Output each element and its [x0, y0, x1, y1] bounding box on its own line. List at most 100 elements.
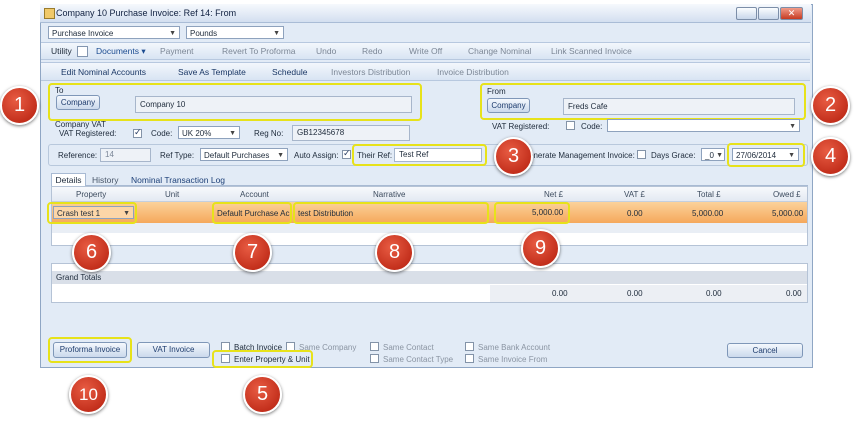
currency-select[interactable]: Pounds ▼: [186, 26, 284, 39]
close-icon[interactable]: ✕: [780, 7, 803, 20]
invoice-type-select[interactable]: Purchase Invoice ▼: [48, 26, 180, 39]
tab-history[interactable]: History: [92, 175, 118, 185]
highlight-enter-property: [212, 350, 313, 368]
vat-code-select[interactable]: UK 20% ▼: [178, 126, 240, 139]
from-vat-code-select[interactable]: ▼: [607, 119, 800, 132]
vat-invoice-button[interactable]: VAT Invoice: [137, 342, 210, 358]
chevron-down-icon: ▼: [277, 152, 284, 159]
maximize-icon[interactable]: [758, 7, 779, 20]
payment-button[interactable]: Payment: [160, 46, 194, 56]
column-account[interactable]: Account: [240, 190, 269, 199]
callout-5: 5: [243, 375, 282, 414]
highlight-account: [212, 202, 292, 224]
write-off-button[interactable]: Write Off: [409, 46, 442, 56]
highlight-their-ref: [352, 144, 487, 166]
column-property[interactable]: Property: [76, 190, 106, 199]
vat-cell[interactable]: 0.00: [627, 209, 643, 218]
highlight-proforma: [48, 337, 132, 363]
callout-7: 7: [233, 233, 272, 272]
utility-menu[interactable]: Utility: [51, 46, 72, 56]
change-nominal-button[interactable]: Change Nominal: [468, 46, 531, 56]
callout-6: 6: [72, 233, 111, 272]
same-bank-account-checkbox[interactable]: [465, 342, 474, 351]
highlight-from: [480, 83, 806, 120]
same-invoice-from-checkbox[interactable]: [465, 354, 474, 363]
highlight-to: [48, 83, 422, 121]
owed-cell[interactable]: 5,000.00: [772, 209, 803, 218]
callout-1: 1: [0, 86, 39, 125]
reg-no-label: Reg No:: [254, 129, 284, 138]
same-contact-type-label: Same Contact Type: [383, 355, 454, 364]
revert-to-proforma-button[interactable]: Revert To Proforma: [222, 46, 296, 56]
chevron-down-icon: ▼: [716, 152, 723, 159]
save-as-template-button[interactable]: Save As Template: [178, 67, 246, 77]
edit-nominal-accounts-button[interactable]: Edit Nominal Accounts: [61, 67, 146, 77]
window-title: Company 10 Purchase Invoice: Ref 14: Fro…: [56, 8, 237, 18]
ref-type-select[interactable]: Default Purchases ▼: [200, 148, 288, 161]
callout-2: 2: [811, 86, 850, 125]
from-code-label: Code:: [581, 122, 603, 131]
total-vat: 0.00: [627, 289, 643, 298]
toolbar-secondary: [41, 62, 810, 81]
column-narrative[interactable]: Narrative: [373, 190, 405, 199]
chevron-down-icon: ▼: [789, 123, 796, 130]
days-grace-field[interactable]: _0 ▼: [701, 148, 725, 161]
undo-button[interactable]: Undo: [316, 46, 336, 56]
total-net: 0.00: [552, 289, 568, 298]
same-contact-label: Same Contact: [383, 343, 434, 352]
from-vat-registered-checkbox[interactable]: [566, 121, 575, 130]
days-grace-label: Days Grace:: [651, 151, 696, 160]
app-icon: [44, 8, 55, 19]
new-row[interactable]: [52, 223, 807, 233]
column-total[interactable]: Total £: [697, 190, 721, 199]
column-net[interactable]: Net £: [544, 190, 563, 199]
column-vat[interactable]: VAT £: [624, 190, 645, 199]
from-vat-registered-label: VAT Registered:: [492, 122, 550, 131]
column-owed[interactable]: Owed £: [773, 190, 801, 199]
total-cell[interactable]: 5,000.00: [692, 209, 723, 218]
grand-totals-values: [490, 285, 807, 302]
auto-assign-label: Auto Assign:: [294, 151, 339, 160]
minimize-icon[interactable]: [736, 7, 757, 20]
highlight-net: [494, 202, 570, 224]
documents-menu[interactable]: Documents ▾: [96, 46, 146, 57]
total-owed: 0.00: [786, 289, 802, 298]
same-bank-account-label: Same Bank Account: [478, 343, 551, 352]
code-label: Code:: [151, 129, 173, 138]
reference-field[interactable]: 14: [100, 148, 151, 162]
chevron-down-icon: ▼: [169, 30, 176, 37]
tab-details[interactable]: Details: [51, 173, 86, 186]
invoice-distribution-button[interactable]: Invoice Distribution: [437, 67, 509, 77]
grand-totals-header: [52, 271, 807, 284]
link-scanned-invoice-button[interactable]: Link Scanned Invoice: [551, 46, 632, 56]
schedule-button[interactable]: Schedule: [272, 67, 307, 77]
ref-type-label: Ref Type:: [160, 151, 195, 160]
reg-no-field[interactable]: GB12345678: [292, 125, 410, 141]
same-contact-checkbox[interactable]: [370, 342, 379, 351]
reference-label: Reference:: [58, 151, 98, 160]
callout-8: 8: [375, 233, 414, 272]
callout-3: 3: [494, 137, 533, 176]
callout-10: 10: [69, 375, 108, 414]
generate-management-invoice-checkbox[interactable]: [637, 150, 646, 159]
auto-assign-checkbox[interactable]: [342, 148, 351, 159]
utility-icon: [77, 46, 88, 57]
highlight-date: [727, 143, 805, 167]
redo-button[interactable]: Redo: [362, 46, 382, 56]
chevron-down-icon: ▼: [273, 30, 280, 37]
chevron-down-icon: ▼: [229, 130, 236, 137]
same-contact-type-checkbox[interactable]: [370, 354, 379, 363]
callout-9: 9: [521, 229, 560, 268]
cancel-button[interactable]: Cancel: [727, 343, 803, 358]
column-unit[interactable]: Unit: [165, 190, 179, 199]
same-invoice-from-label: Same Invoice From: [478, 355, 548, 364]
grand-totals-label: Grand Totals: [56, 273, 102, 282]
tab-nominal-transaction-log[interactable]: Nominal Transaction Log: [131, 175, 225, 185]
highlight-property: [47, 202, 137, 224]
callout-4: 4: [811, 137, 850, 176]
investors-distribution-button[interactable]: Investors Distribution: [331, 67, 410, 77]
total-total: 0.00: [706, 289, 722, 298]
vat-registered-checkbox[interactable]: [133, 127, 142, 138]
generate-management-invoice-label: enerate Management Invoice:: [529, 151, 635, 160]
highlight-narrative: [293, 202, 489, 224]
